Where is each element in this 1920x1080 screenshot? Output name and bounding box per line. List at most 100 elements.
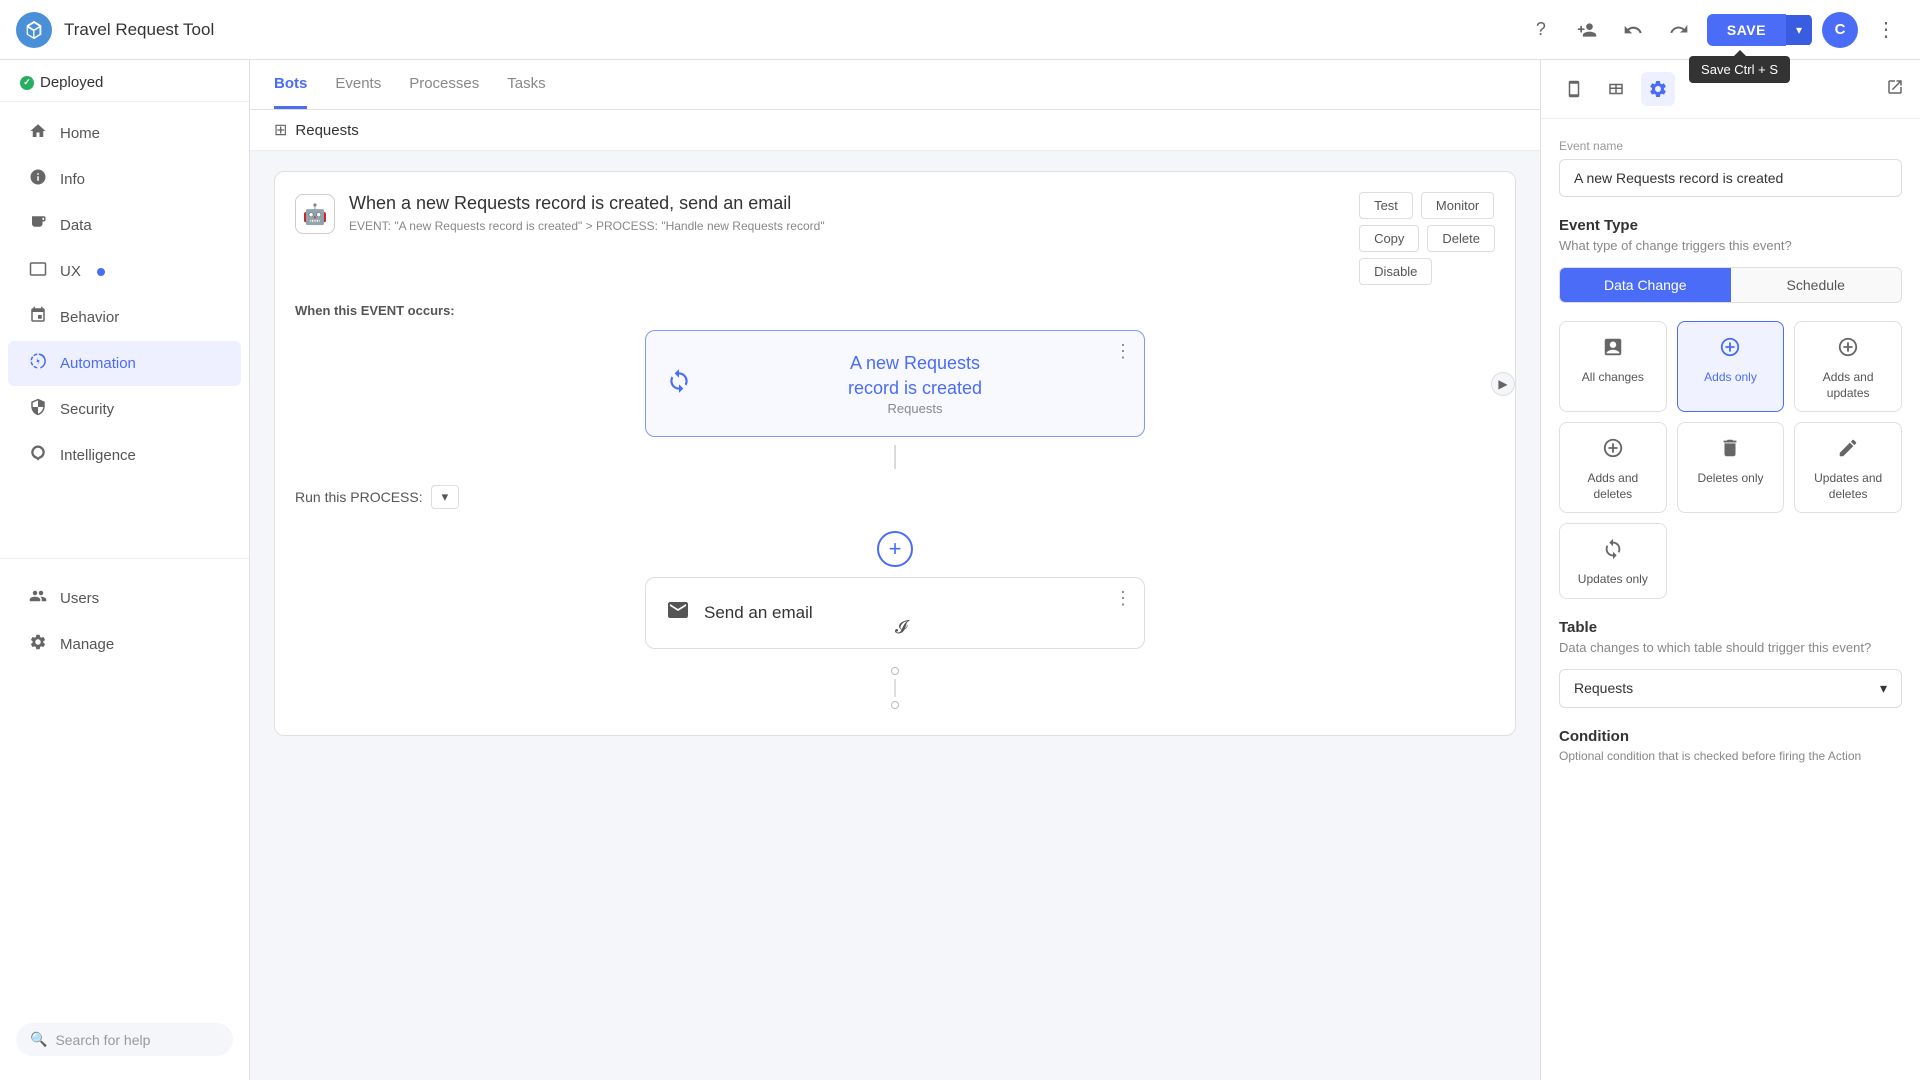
help-button[interactable]: ?	[1523, 12, 1559, 48]
avatar-button[interactable]: C	[1822, 12, 1858, 48]
breadcrumb-label: Requests	[295, 122, 358, 139]
process-label-text: Run this PROCESS:	[295, 489, 423, 505]
sidebar-item-manage[interactable]: Manage	[8, 622, 241, 667]
add-user-button[interactable]	[1569, 12, 1605, 48]
card-actions-row-3: Disable	[1359, 258, 1495, 285]
deployed-badge: Deployed	[0, 60, 249, 102]
robot-icon: 🤖	[295, 194, 335, 234]
card-title-block: When a new Requests record is created, s…	[349, 192, 1345, 233]
sidebar-label-ux: UX	[60, 263, 81, 280]
tail-dot	[891, 667, 899, 675]
event-type-section: Event Type What type of change triggers …	[1559, 217, 1902, 599]
disable-button[interactable]: Disable	[1359, 258, 1432, 285]
condition-subtitle: Optional condition that is checked befor…	[1559, 749, 1902, 763]
kebab-menu-button[interactable]: ⋮	[1868, 13, 1904, 46]
event-name-field: Event name A new Requests record is crea…	[1559, 139, 1902, 197]
change-type-all-changes[interactable]: All changes	[1559, 321, 1667, 412]
sidebar-item-intelligence[interactable]: Intelligence	[8, 433, 241, 478]
test-button[interactable]: Test	[1359, 192, 1413, 219]
event-label-suffix: occurs:	[404, 303, 455, 318]
event-box-container: A new Requests record is created Request…	[295, 330, 1495, 437]
main-layout: Deployed Home Info Data	[0, 60, 1920, 1080]
adds-deletes-label: Adds and deletes	[1568, 471, 1658, 502]
event-box[interactable]: A new Requests record is created Request…	[645, 330, 1145, 437]
updates-only-label: Updates only	[1578, 572, 1648, 588]
action-label: Send an email	[704, 603, 813, 623]
change-type-adds-deletes[interactable]: Adds and deletes	[1559, 422, 1667, 513]
external-link-button[interactable]	[1886, 78, 1904, 101]
table-subtitle: Data changes to which table should trigg…	[1559, 640, 1902, 655]
process-dropdown-button[interactable]: ▾	[431, 485, 460, 509]
event-box-menu-button[interactable]: ⋮	[1114, 341, 1132, 362]
collapse-toggle[interactable]: ▶	[1491, 372, 1515, 396]
change-type-grid: All changes Adds only Adds and updates	[1559, 321, 1902, 599]
tail-line	[894, 679, 896, 697]
email-icon	[666, 598, 690, 628]
save-dropdown-button[interactable]: ▾	[1786, 15, 1812, 45]
tab-schedule[interactable]: Schedule	[1731, 268, 1902, 302]
adds-only-icon	[1719, 336, 1741, 364]
users-icon	[28, 587, 48, 610]
sidebar-label-info: Info	[60, 171, 85, 188]
table-section: Table Data changes to which table should…	[1559, 619, 1902, 708]
save-button[interactable]: SAVE	[1707, 14, 1786, 46]
sidebar-item-automation[interactable]: Automation	[8, 341, 241, 386]
action-menu-button[interactable]: ⋮	[1114, 588, 1132, 609]
add-step-button[interactable]: +	[877, 531, 913, 567]
change-type-updates-only[interactable]: Updates only	[1559, 523, 1667, 599]
deletes-only-label: Deletes only	[1697, 471, 1763, 487]
tab-data-change[interactable]: Data Change	[1560, 268, 1731, 302]
right-panel-body: Event name A new Requests record is crea…	[1541, 119, 1920, 1080]
event-section: When this EVENT occurs: A new Requests r…	[295, 303, 1495, 477]
table-dropdown[interactable]: Requests ▾	[1559, 669, 1902, 708]
data-icon	[28, 214, 48, 237]
tab-processes[interactable]: Processes	[409, 61, 479, 109]
app-title: Travel Request Tool	[64, 20, 1511, 40]
search-help-input[interactable]: 🔍 Search for help	[16, 1023, 233, 1056]
all-changes-label: All changes	[1582, 370, 1644, 386]
sidebar-item-data[interactable]: Data	[8, 203, 241, 248]
search-help-label: Search for help	[55, 1032, 150, 1048]
tab-events[interactable]: Events	[335, 61, 381, 109]
sidebar-item-behavior[interactable]: Behavior	[8, 295, 241, 340]
sync-icon	[666, 368, 692, 400]
event-name-value[interactable]: A new Requests record is created	[1559, 159, 1902, 197]
action-box-container: Send an email 𝓘 ⋮	[295, 577, 1495, 649]
sidebar-item-info[interactable]: Info	[8, 157, 241, 202]
deletes-only-icon	[1719, 437, 1741, 465]
delete-button[interactable]: Delete	[1427, 225, 1495, 252]
sidebar-label-data: Data	[60, 217, 92, 234]
sidebar-label-behavior: Behavior	[60, 309, 119, 326]
change-type-adds-only[interactable]: Adds only	[1677, 321, 1785, 412]
settings-view-button[interactable]	[1641, 72, 1675, 106]
sidebar-item-users[interactable]: Users	[8, 576, 241, 621]
info-icon	[28, 168, 48, 191]
tab-bots[interactable]: Bots	[274, 61, 307, 109]
table-dropdown-icon: ▾	[1880, 680, 1887, 697]
redo-button[interactable]	[1661, 12, 1697, 48]
copy-button[interactable]: Copy	[1359, 225, 1419, 252]
sidebar: Deployed Home Info Data	[0, 60, 250, 1080]
change-type-updates-deletes[interactable]: Updates and deletes	[1794, 422, 1902, 513]
breadcrumb: ⊞ Requests	[250, 110, 1540, 151]
breadcrumb-icon: ⊞	[274, 120, 287, 140]
sidebar-item-ux[interactable]: UX	[8, 249, 241, 294]
manage-icon	[28, 633, 48, 656]
monitor-button[interactable]: Monitor	[1421, 192, 1494, 219]
undo-button[interactable]	[1615, 12, 1651, 48]
change-type-adds-updates[interactable]: Adds and updates	[1794, 321, 1902, 412]
mobile-view-button[interactable]	[1557, 72, 1591, 106]
layout-view-button[interactable]	[1599, 72, 1633, 106]
tab-tasks[interactable]: Tasks	[507, 61, 545, 109]
change-type-deletes-only[interactable]: Deletes only	[1677, 422, 1785, 513]
automation-card: 🤖 When a new Requests record is created,…	[274, 171, 1516, 736]
behavior-icon	[28, 306, 48, 329]
action-box[interactable]: Send an email 𝓘 ⋮	[645, 577, 1145, 649]
nav-items-secondary: Users Manage	[0, 567, 249, 1015]
intelligence-icon	[28, 444, 48, 467]
sidebar-item-security[interactable]: Security	[8, 387, 241, 432]
ux-dot-indicator	[97, 268, 105, 276]
sidebar-item-home[interactable]: Home	[8, 111, 241, 156]
add-step-container: +	[295, 521, 1495, 577]
home-icon	[28, 122, 48, 145]
